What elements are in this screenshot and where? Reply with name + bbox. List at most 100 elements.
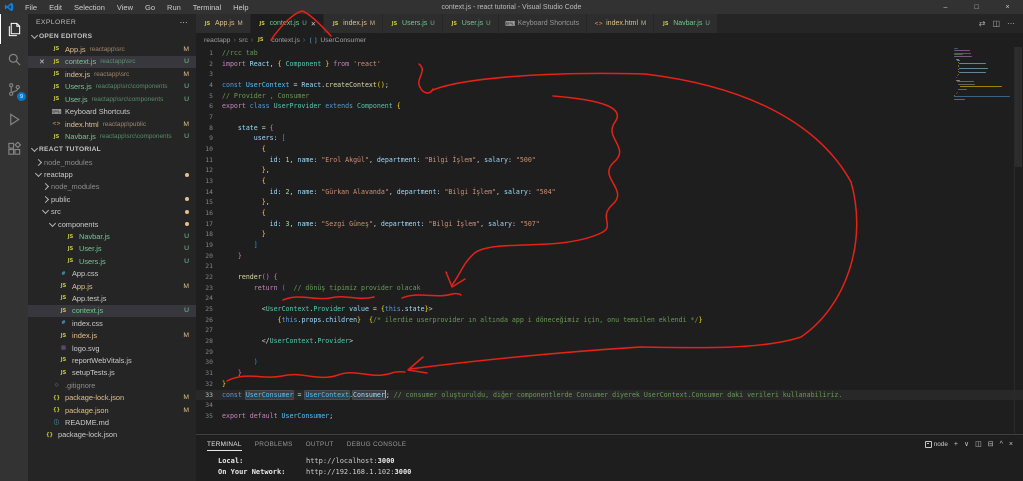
- run-debug-icon[interactable]: [0, 104, 28, 134]
- git-status-badge: M: [183, 46, 196, 53]
- tree-item-public[interactable]: public: [28, 193, 196, 205]
- split-terminal-icon[interactable]: ◫: [975, 440, 982, 448]
- tree-item-label: node_modules: [51, 182, 100, 191]
- tree-item-context-js[interactable]: JScontext.jsU: [28, 305, 196, 317]
- terminal-output[interactable]: Local:http://localhost:3000On Your Netwo…: [196, 453, 1023, 481]
- tree-item-navbar-js[interactable]: JSNavbar.jsU: [28, 230, 196, 242]
- line-content: },: [222, 197, 1023, 208]
- terminal-dropdown-icon[interactable]: ∨: [964, 440, 969, 448]
- tree-item-user-js[interactable]: JSUser.jsU: [28, 243, 196, 255]
- close-icon[interactable]: ✕: [311, 20, 316, 28]
- tree-item-node-modules[interactable]: node_modules: [28, 156, 196, 168]
- tree-item-node-modules[interactable]: node_modules: [28, 181, 196, 193]
- tree-item-label: src: [51, 207, 61, 216]
- panel-tab-output[interactable]: OUTPUT: [306, 438, 334, 451]
- tree-item-readme-md[interactable]: ⓘREADME.md: [28, 416, 196, 428]
- open-editor-item-index-html[interactable]: <>index.htmlreactapp\publicM: [28, 118, 196, 131]
- tab-index-js[interactable]: JSindex.jsM: [324, 14, 383, 33]
- tree-item-reactapp[interactable]: reactapp: [28, 168, 196, 180]
- tab-label: App.js: [215, 20, 234, 27]
- tab-keyboard-shortcuts[interactable]: ⌨Keyboard Shortcuts: [499, 14, 587, 33]
- open-editor-item-index-js[interactable]: JSindex.jsreactapp\srcM: [28, 68, 196, 81]
- more-actions-icon[interactable]: ⋯: [1007, 19, 1015, 28]
- tab-index-html[interactable]: <>index.htmlM: [587, 14, 654, 33]
- breadcrumb-context-js[interactable]: JScontext.js: [256, 36, 300, 45]
- tab-user-js[interactable]: JSUser.jsU: [443, 14, 499, 33]
- breadcrumb[interactable]: reactapp›src›JScontext.js›❲❳UserConsumer: [196, 33, 1023, 47]
- tree-item-logo-svg[interactable]: ▧logo.svg: [28, 342, 196, 354]
- close-panel-icon[interactable]: ×: [1009, 441, 1013, 448]
- code-editor[interactable]: 1//rcc tab2import React, { Component } f…: [196, 47, 1023, 434]
- panel-tab-terminal[interactable]: TERMINAL: [207, 438, 242, 451]
- menu-help[interactable]: Help: [228, 2, 253, 13]
- menu-run[interactable]: Run: [162, 2, 186, 13]
- tree-item-label: User.js: [79, 244, 102, 253]
- menu-selection[interactable]: Selection: [69, 2, 110, 13]
- breadcrumb-userconsumer[interactable]: ❲❳UserConsumer: [308, 37, 366, 44]
- tree-item-index-js[interactable]: JSindex.jsM: [28, 329, 196, 341]
- tab-app-js[interactable]: JSApp.jsM: [196, 14, 251, 33]
- chevron-down-icon: [42, 207, 49, 214]
- tree-item-label: reportWebVitals.js: [72, 356, 132, 365]
- window-maximize-button[interactable]: □: [961, 0, 992, 14]
- minimap[interactable]: [954, 48, 1014, 101]
- open-editor-item-users-js[interactable]: JSUsers.jsreactapp\src\componentsU: [28, 81, 196, 94]
- source-control-icon[interactable]: 9: [0, 74, 28, 104]
- menu-go[interactable]: Go: [140, 2, 160, 13]
- terminal-shell-picker[interactable]: node: [925, 441, 948, 448]
- window-minimize-button[interactable]: –: [930, 0, 961, 14]
- line-content: const UserContext = React.createContext(…: [222, 80, 1023, 91]
- breadcrumb-src[interactable]: src: [239, 37, 248, 44]
- editor-scrollbar[interactable]: [1014, 47, 1023, 434]
- open-editors-header[interactable]: OPEN EDITORS: [28, 30, 196, 43]
- tab-users-js[interactable]: JSUsers.jsU: [383, 14, 443, 33]
- explorer-icon[interactable]: [0, 14, 28, 44]
- open-editor-item-keyboard-shortcuts[interactable]: ⌨Keyboard Shortcuts: [28, 106, 196, 119]
- open-editor-item-navbar-js[interactable]: JSNavbar.jsreactapp\src\componentsU: [28, 131, 196, 144]
- search-icon[interactable]: [0, 44, 28, 74]
- line-number: 30: [196, 357, 222, 368]
- menu-edit[interactable]: Edit: [44, 2, 67, 13]
- tree-item-setuptests-js[interactable]: JSsetupTests.js: [28, 367, 196, 379]
- open-editor-item-context-js[interactable]: ✕JScontext.jsreactapp\srcU: [28, 56, 196, 69]
- open-editor-item-app-js[interactable]: JSApp.jsreactapp\srcM: [28, 43, 196, 56]
- git-status-badge: M: [370, 20, 375, 27]
- tree-item-app-test-js[interactable]: JSApp.test.js: [28, 292, 196, 304]
- modified-dot-badge: [185, 222, 189, 226]
- tree-item-reportwebvitals-js[interactable]: JSreportWebVitals.js: [28, 354, 196, 366]
- tree-item-users-js[interactable]: JSUsers.jsU: [28, 255, 196, 267]
- maximize-panel-icon[interactable]: ^: [1000, 441, 1003, 448]
- tree-item-app-css[interactable]: #App.css: [28, 268, 196, 280]
- tree-item-package-json[interactable]: {}package.jsonM: [28, 404, 196, 416]
- tree-item-app-js[interactable]: JSApp.jsM: [28, 280, 196, 292]
- tree-item-index-css[interactable]: #index.css: [28, 317, 196, 329]
- panel-tab-debug-console[interactable]: DEBUG CONSOLE: [347, 438, 407, 451]
- tree-item-src[interactable]: src: [28, 206, 196, 218]
- tree-item-components[interactable]: components: [28, 218, 196, 230]
- breadcrumb-reactapp[interactable]: reactapp: [204, 37, 230, 44]
- tab-navbar-js[interactable]: JSNavbar.jsU: [654, 14, 718, 33]
- tree-item-label: index.css: [72, 319, 103, 328]
- code-line-2: 2import React, { Component } from 'react…: [196, 59, 1023, 70]
- menu-view[interactable]: View: [112, 2, 138, 13]
- close-icon[interactable]: ✕: [39, 58, 45, 66]
- minimap-line: [954, 48, 958, 49]
- split-editor-icon[interactable]: ◫: [992, 19, 1000, 28]
- new-terminal-icon[interactable]: +: [954, 441, 958, 448]
- line-content: //rcc tab: [222, 48, 1023, 59]
- terminal-shell-label: node: [934, 441, 948, 448]
- menu-terminal[interactable]: Terminal: [188, 2, 226, 13]
- tree-item-gitignore[interactable]: ◇.gitignore: [28, 379, 196, 391]
- open-editor-item-user-js[interactable]: JSUser.jsreactapp\src\componentsU: [28, 93, 196, 106]
- tab-context-js[interactable]: JScontext.jsU✕: [251, 14, 325, 33]
- sidebar-more-actions-icon[interactable]: ⋯: [180, 18, 188, 27]
- panel-tab-problems[interactable]: PROBLEMS: [255, 438, 293, 451]
- menu-file[interactable]: File: [20, 2, 42, 13]
- tree-item-package-lock-json[interactable]: {}package-lock.jsonM: [28, 391, 196, 403]
- open-changes-icon[interactable]: ⇄: [979, 19, 986, 28]
- project-section-header[interactable]: REACT TUTORIAL: [28, 143, 196, 156]
- tree-item-package-lock-json[interactable]: {}package-lock.json: [28, 429, 196, 441]
- kill-terminal-icon[interactable]: ⊟: [988, 440, 994, 448]
- window-close-button[interactable]: ×: [992, 0, 1023, 14]
- extensions-icon[interactable]: [0, 134, 28, 164]
